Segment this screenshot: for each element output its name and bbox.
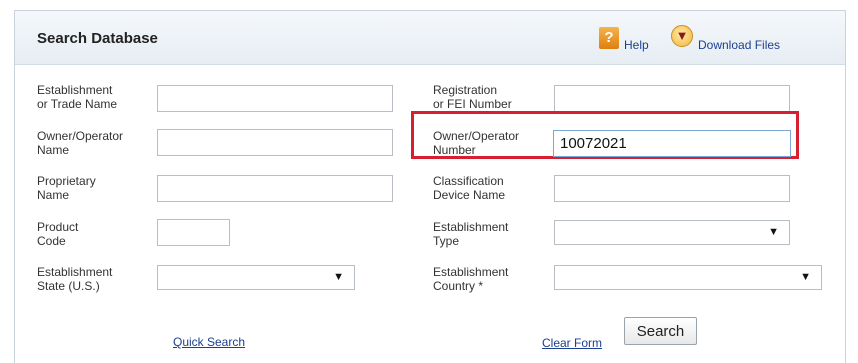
product-code-label: Product Code bbox=[37, 220, 167, 248]
establishment-state-label: Establishment State (U.S.) bbox=[37, 265, 167, 293]
help-icon[interactable]: ? bbox=[599, 27, 619, 49]
classification-device-input[interactable] bbox=[554, 175, 790, 202]
label-line: Name bbox=[37, 188, 70, 202]
panel-header: Search Database ? Help ▼ Download Files bbox=[15, 11, 845, 65]
label-line: Product bbox=[37, 220, 79, 234]
dropdown-arrow-icon: ▼ bbox=[768, 226, 779, 238]
establishment-name-input[interactable] bbox=[157, 85, 393, 112]
owner-operator-number-input[interactable] bbox=[553, 130, 791, 157]
establishment-country-select[interactable]: ▼ bbox=[554, 265, 822, 290]
label-line: Classification bbox=[433, 174, 504, 188]
clear-form-link[interactable]: Clear Form bbox=[542, 336, 602, 350]
label-line: Name bbox=[37, 143, 70, 157]
download-icon[interactable]: ▼ bbox=[671, 25, 693, 47]
registration-fei-input[interactable] bbox=[554, 85, 790, 112]
label-line: Establishment bbox=[433, 220, 509, 234]
label-line: Registration bbox=[433, 83, 498, 97]
download-files-link[interactable]: Download Files bbox=[698, 38, 780, 52]
label-line: Type bbox=[433, 234, 460, 248]
product-code-input[interactable] bbox=[157, 219, 230, 246]
label-line: Establishment bbox=[37, 83, 113, 97]
dropdown-arrow-icon: ▼ bbox=[333, 271, 344, 283]
label-line: Establishment bbox=[37, 265, 113, 279]
quick-search-link[interactable]: Quick Search bbox=[173, 335, 245, 349]
establishment-name-label: Establishment or Trade Name bbox=[37, 83, 167, 111]
establishment-type-label: Establishment Type bbox=[433, 220, 563, 248]
help-link[interactable]: Help bbox=[624, 38, 649, 52]
search-button[interactable]: Search bbox=[624, 317, 697, 345]
label-line: State (U.S.) bbox=[37, 279, 100, 293]
owner-operator-name-input[interactable] bbox=[157, 129, 393, 156]
proprietary-name-label: Proprietary Name bbox=[37, 174, 167, 202]
label-line: Device Name bbox=[433, 188, 506, 202]
owner-operator-name-label: Owner/Operator Name bbox=[37, 129, 167, 157]
establishment-state-select[interactable]: ▼ bbox=[157, 265, 355, 290]
label-line: Proprietary bbox=[37, 174, 96, 188]
proprietary-name-input[interactable] bbox=[157, 175, 393, 202]
label-line: Establishment bbox=[433, 265, 509, 279]
label-line: Number bbox=[433, 143, 476, 157]
dropdown-arrow-icon: ▼ bbox=[800, 271, 811, 283]
label-line: Code bbox=[37, 234, 66, 248]
registration-fei-label: Registration or FEI Number bbox=[433, 83, 563, 111]
label-line: or Trade Name bbox=[37, 97, 118, 111]
establishment-type-select[interactable]: ▼ bbox=[554, 220, 790, 245]
establishment-country-label: Establishment Country * bbox=[433, 265, 563, 293]
owner-operator-number-label: Owner/Operator Number bbox=[433, 129, 563, 157]
label-line: Owner/Operator bbox=[37, 129, 124, 143]
label-line: or FEI Number bbox=[433, 97, 512, 111]
panel-title: Search Database bbox=[37, 30, 158, 47]
label-line: Country * bbox=[433, 279, 484, 293]
label-line: Owner/Operator bbox=[433, 129, 520, 143]
classification-device-label: Classification Device Name bbox=[433, 174, 563, 202]
